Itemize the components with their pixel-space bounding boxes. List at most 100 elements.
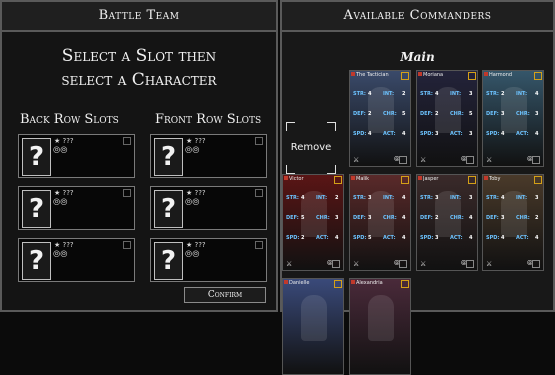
- rarity-stars: ★ ???: [186, 241, 206, 249]
- commanders-title: Available Commanders: [282, 2, 553, 32]
- stat-value-spd: 2: [301, 235, 305, 241]
- commander-list[interactable]: Main Remove The Tactician STR: 4 INT: 2 DEF: 2…: [282, 32, 553, 375]
- empty-portrait: ?: [154, 190, 183, 228]
- stat-value-act: 4: [469, 235, 473, 241]
- available-commanders-panel: Available Commanders Main Remove The Tac…: [280, 0, 555, 375]
- commander-card[interactable]: The Tactician STR: 4 INT: 2 DEF: 2 CHR: 5 SPD: 4 AC…: [349, 70, 411, 167]
- stat-label-def: DEF:: [420, 111, 433, 117]
- front-row-slot-2[interactable]: ? ★ ??? ⦾⦾: [150, 186, 267, 230]
- stat-value-str: 4: [368, 91, 372, 97]
- back-row-slot-2[interactable]: ? ★ ??? ⦾⦾: [18, 186, 135, 230]
- stat-value-act: 3: [469, 131, 473, 137]
- rarity-icon: [468, 72, 476, 80]
- stat-label-spd: SPD:: [420, 235, 434, 241]
- commander-name: Victor: [289, 176, 304, 182]
- stat-value-def: 3: [368, 215, 372, 221]
- rarity-icon: [401, 176, 409, 184]
- commander-card[interactable]: Harmond STR: 2 INT: 4 DEF: 3 CHR: 3 SPD: 4 ACT: 4 ⚔ ⦾: [482, 70, 544, 167]
- stat-value-int: 3: [469, 195, 473, 201]
- level-icon: [332, 260, 340, 268]
- stat-label-str: STR:: [486, 91, 499, 97]
- stat-label-str: STR:: [286, 195, 299, 201]
- stat-label-act: ACT:: [516, 131, 529, 137]
- three-circles-icon: ⦾⦾: [53, 198, 68, 208]
- stat-label-str: STR:: [486, 195, 499, 201]
- rarity-icon: [468, 176, 476, 184]
- stat-label-str: STR:: [420, 91, 433, 97]
- stat-value-int: 4: [402, 195, 406, 201]
- corner-icon: [123, 189, 131, 197]
- stat-value-int: 2: [335, 195, 339, 201]
- back-row-slot-3[interactable]: ? ★ ??? ⦾⦾: [18, 238, 135, 282]
- stat-label-def: DEF:: [486, 215, 499, 221]
- empty-portrait: ?: [154, 138, 183, 176]
- front-row-slot-3[interactable]: ? ★ ??? ⦾⦾: [150, 238, 267, 282]
- confirm-button[interactable]: Confirm: [184, 287, 266, 303]
- stat-value-int: 3: [535, 195, 539, 201]
- stat-label-int: INT:: [450, 91, 462, 97]
- stat-value-act: 4: [535, 235, 539, 241]
- faction-badge-icon: [484, 176, 488, 180]
- faction-badge-icon: [351, 176, 355, 180]
- faction-badge-icon: [418, 72, 422, 76]
- crossed-swords-icon: ⚔: [486, 156, 493, 164]
- level-icon: [466, 260, 474, 268]
- front-row-slot-1[interactable]: ? ★ ??? ⦾⦾: [150, 134, 267, 178]
- commander-card[interactable]: Malik STR: 3 INT: 4 DEF: 3 CHR: 4 SPD: 5 ACT: 4 ⚔ ⦾: [349, 174, 411, 271]
- stat-value-def: 3: [501, 215, 505, 221]
- stat-value-str: 4: [501, 195, 505, 201]
- stat-label-chr: CHR:: [516, 111, 530, 117]
- crossed-swords-icon: ⚔: [353, 156, 360, 164]
- battle-team-panel: Battle Team Select a Slot then select a …: [0, 0, 278, 312]
- three-circles-icon: ⦾⦾: [185, 146, 200, 156]
- front-row-label: Front Row Slots: [155, 112, 262, 127]
- stat-value-act: 4: [402, 131, 406, 137]
- commander-card[interactable]: Victor STR: 4 INT: 2 DEF: 5 CHR: 3 SPD: 2 ACT: 4 ⚔ ⦾: [282, 174, 344, 271]
- stat-value-chr: 3: [335, 215, 339, 221]
- commander-name: Harmond: [489, 72, 513, 78]
- stat-label-chr: CHR:: [383, 111, 397, 117]
- back-row-slot-1[interactable]: ? ★ ??? ⦾⦾: [18, 134, 135, 178]
- stat-value-def: 3: [501, 111, 505, 117]
- commander-card[interactable]: Danielle: [282, 278, 344, 375]
- commander-card[interactable]: Toby STR: 4 INT: 3 DEF: 3 CHR: 2 SPD: 4 ACT: 4 ⚔ ⦾: [482, 174, 544, 271]
- stat-value-spd: 4: [501, 131, 505, 137]
- stat-label-chr: CHR:: [450, 111, 464, 117]
- stat-value-spd: 3: [435, 235, 439, 241]
- stat-value-int: 3: [469, 91, 473, 97]
- rarity-stars: ★ ???: [54, 241, 74, 249]
- level-icon: [466, 156, 474, 164]
- stat-label-chr: CHR:: [316, 215, 330, 221]
- stat-value-chr: 3: [535, 111, 539, 117]
- stat-value-def: 5: [301, 215, 305, 221]
- commander-name: Alexandria: [356, 280, 383, 286]
- stat-value-def: 2: [368, 111, 372, 117]
- stat-label-chr: CHR:: [383, 215, 397, 221]
- stat-label-int: INT:: [383, 91, 395, 97]
- corner-icon: [255, 241, 263, 249]
- commander-name: The Tactician: [356, 72, 389, 78]
- stat-label-spd: SPD:: [353, 235, 367, 241]
- stat-label-def: DEF:: [353, 215, 366, 221]
- stat-label-spd: SPD:: [420, 131, 434, 137]
- stat-value-act: 4: [402, 235, 406, 241]
- remove-button[interactable]: Remove: [286, 122, 336, 174]
- commander-card[interactable]: Moriana STR: 4 INT: 3 DEF: 2 CHR: 5 SPD: 3 ACT: 3 ⚔ ⦾: [416, 70, 478, 167]
- stat-label-int: INT:: [516, 91, 528, 97]
- three-circles-icon: ⦾⦾: [53, 250, 68, 260]
- faction-badge-icon: [284, 280, 288, 284]
- commander-card[interactable]: Alexandria: [349, 278, 411, 375]
- crossed-swords-icon: ⚔: [420, 260, 427, 268]
- level-icon: [532, 156, 540, 164]
- stat-label-chr: CHR:: [450, 215, 464, 221]
- stat-label-def: DEF:: [486, 111, 499, 117]
- rarity-icon: [534, 72, 542, 80]
- stat-label-def: DEF:: [286, 215, 299, 221]
- commander-card[interactable]: Jasper STR: 3 INT: 3 DEF: 2 CHR: 4 SPD: 3 ACT: 4 ⚔ ⦾: [416, 174, 478, 271]
- stat-label-str: STR:: [353, 195, 366, 201]
- three-circles-icon: ⦾⦾: [185, 198, 200, 208]
- stat-value-def: 2: [435, 111, 439, 117]
- stat-value-str: 4: [435, 91, 439, 97]
- corner-icon: [255, 189, 263, 197]
- stat-label-act: ACT:: [383, 131, 396, 137]
